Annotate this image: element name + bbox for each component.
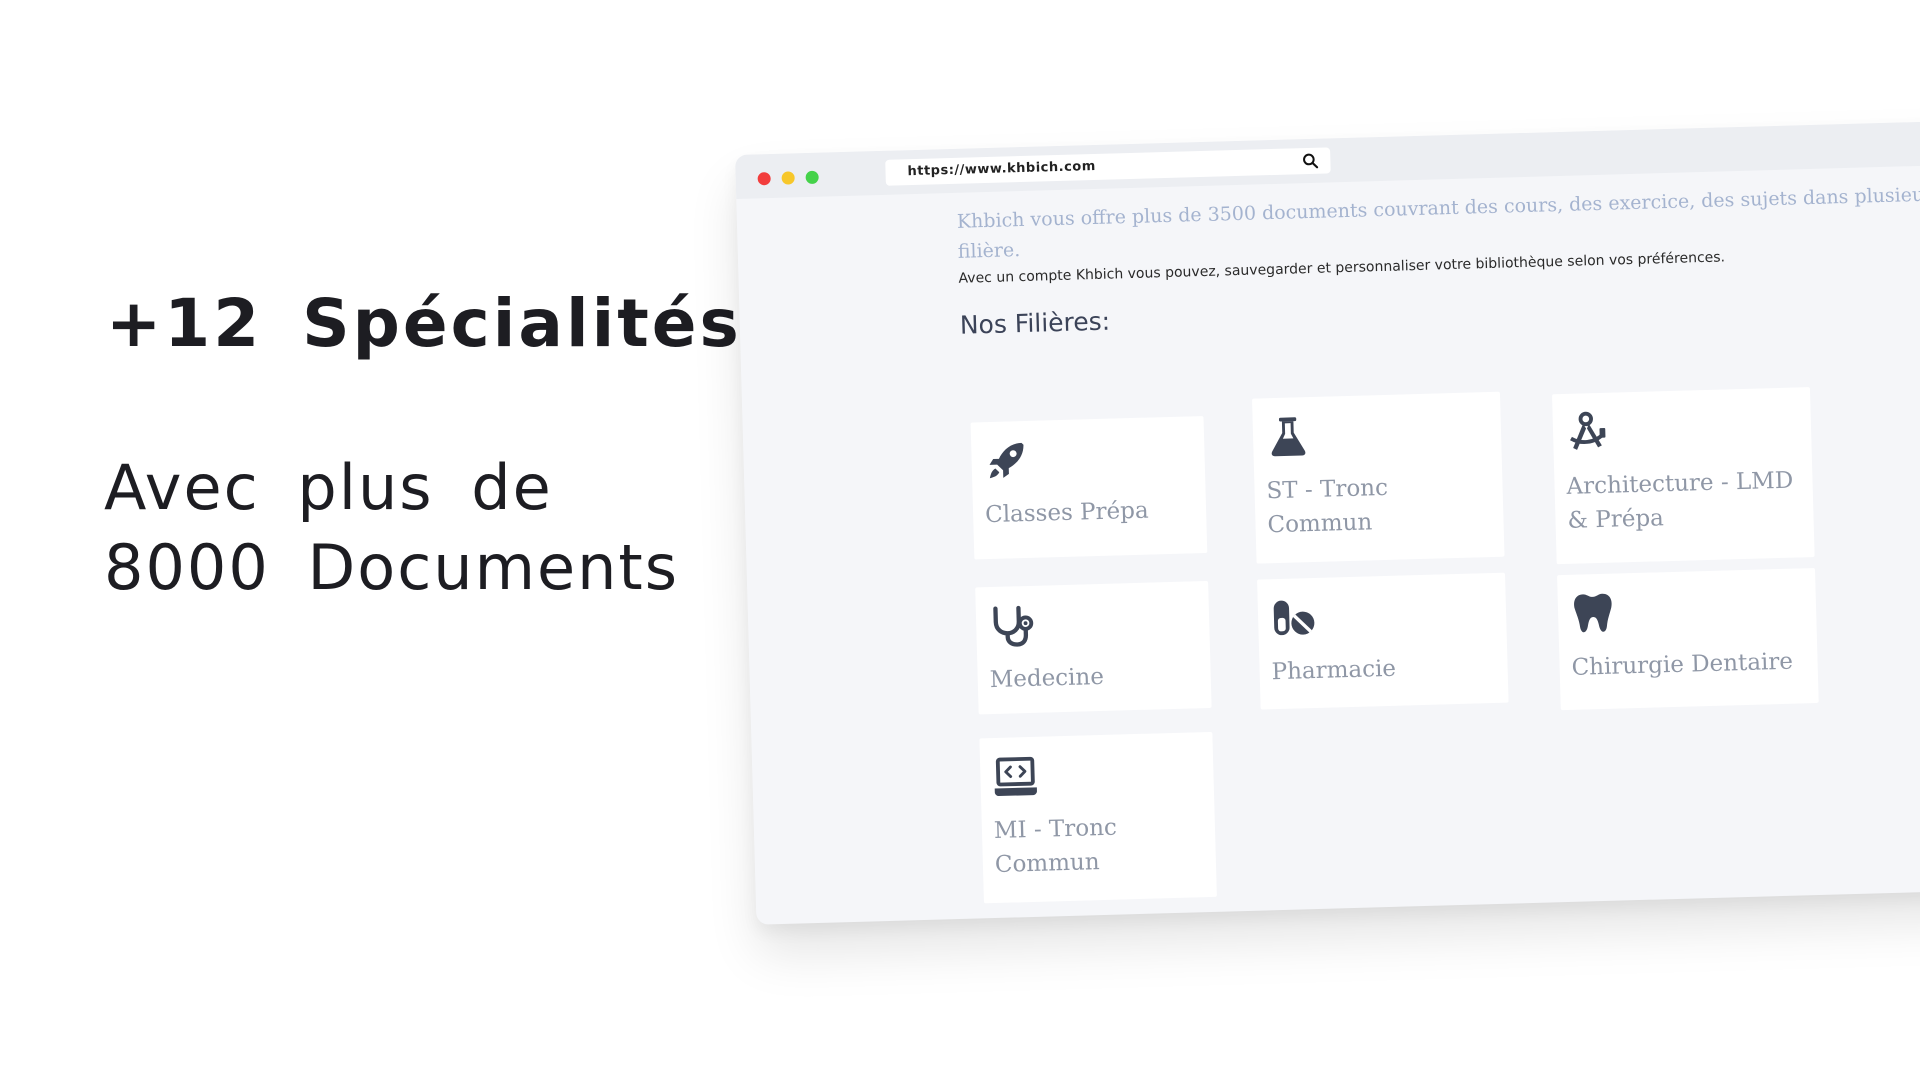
filiere-card-st-tronc-commun[interactable]: ST - Tronc Commun	[1252, 391, 1505, 564]
filiere-card-architecture[interactable]: Architecture - LMD & Prépa	[1551, 387, 1815, 565]
promo-highlight: Documents	[295, 528, 695, 608]
promo-document-count: 8000	[104, 531, 270, 604]
maximize-window-dot[interactable]	[805, 170, 819, 185]
promo-highlight-text: Documents	[307, 531, 680, 604]
promo-subtitle: Avec plus de 8000 Documents	[104, 448, 695, 608]
filiere-card-label: MI - Tronc Commun	[993, 814, 1118, 879]
promo-subtitle-line2: 8000 Documents	[104, 528, 695, 608]
filiere-card-label: Pharmacie	[1271, 655, 1397, 686]
search-icon[interactable]	[1302, 153, 1319, 169]
filiere-card-classes-prepa[interactable]: Classes Prépa	[970, 416, 1208, 560]
rocket-icon	[989, 442, 1024, 479]
promo-headline: +12 Spécialités	[106, 285, 742, 362]
tooth-icon	[1574, 593, 1612, 633]
filiere-card-label: Architecture - LMD & Prépa	[1566, 467, 1794, 534]
flask-icon	[1271, 417, 1306, 457]
browser-window: https://www.khbich.com Khbich vous offre…	[735, 119, 1920, 925]
filiere-card-label: Chirurgie Dentaire	[1571, 648, 1794, 681]
stethoscope-icon	[993, 605, 1034, 647]
laptop-code-icon	[994, 756, 1037, 797]
close-window-dot[interactable]	[757, 172, 771, 186]
filiere-card-pharmacie[interactable]: Pharmacie	[1257, 572, 1509, 710]
minimize-window-dot[interactable]	[781, 171, 795, 185]
filiere-card-medecine[interactable]: Medecine	[975, 580, 1212, 715]
pills-icon	[1273, 600, 1315, 636]
filiere-card-label: ST - Tronc Commun	[1266, 474, 1389, 539]
compass-drafting-icon	[1570, 411, 1606, 450]
filiere-card-mi-tronc-commun[interactable]: MI - Tronc Commun	[979, 731, 1217, 904]
promo-subtitle-line1: Avec plus de	[104, 451, 553, 524]
section-title: Nos Filières:	[959, 306, 1111, 340]
intro-text: Khbich vous offre plus de 3500 documents…	[956, 183, 1920, 263]
address-bar[interactable]: https://www.khbich.com	[885, 147, 1331, 186]
filiere-card-chirurgie-dentaire[interactable]: Chirurgie Dentaire	[1557, 568, 1819, 711]
address-bar-url: https://www.khbich.com	[907, 158, 1096, 180]
filiere-card-label: Medecine	[989, 663, 1105, 694]
filiere-card-label: Classes Prépa	[984, 497, 1149, 529]
